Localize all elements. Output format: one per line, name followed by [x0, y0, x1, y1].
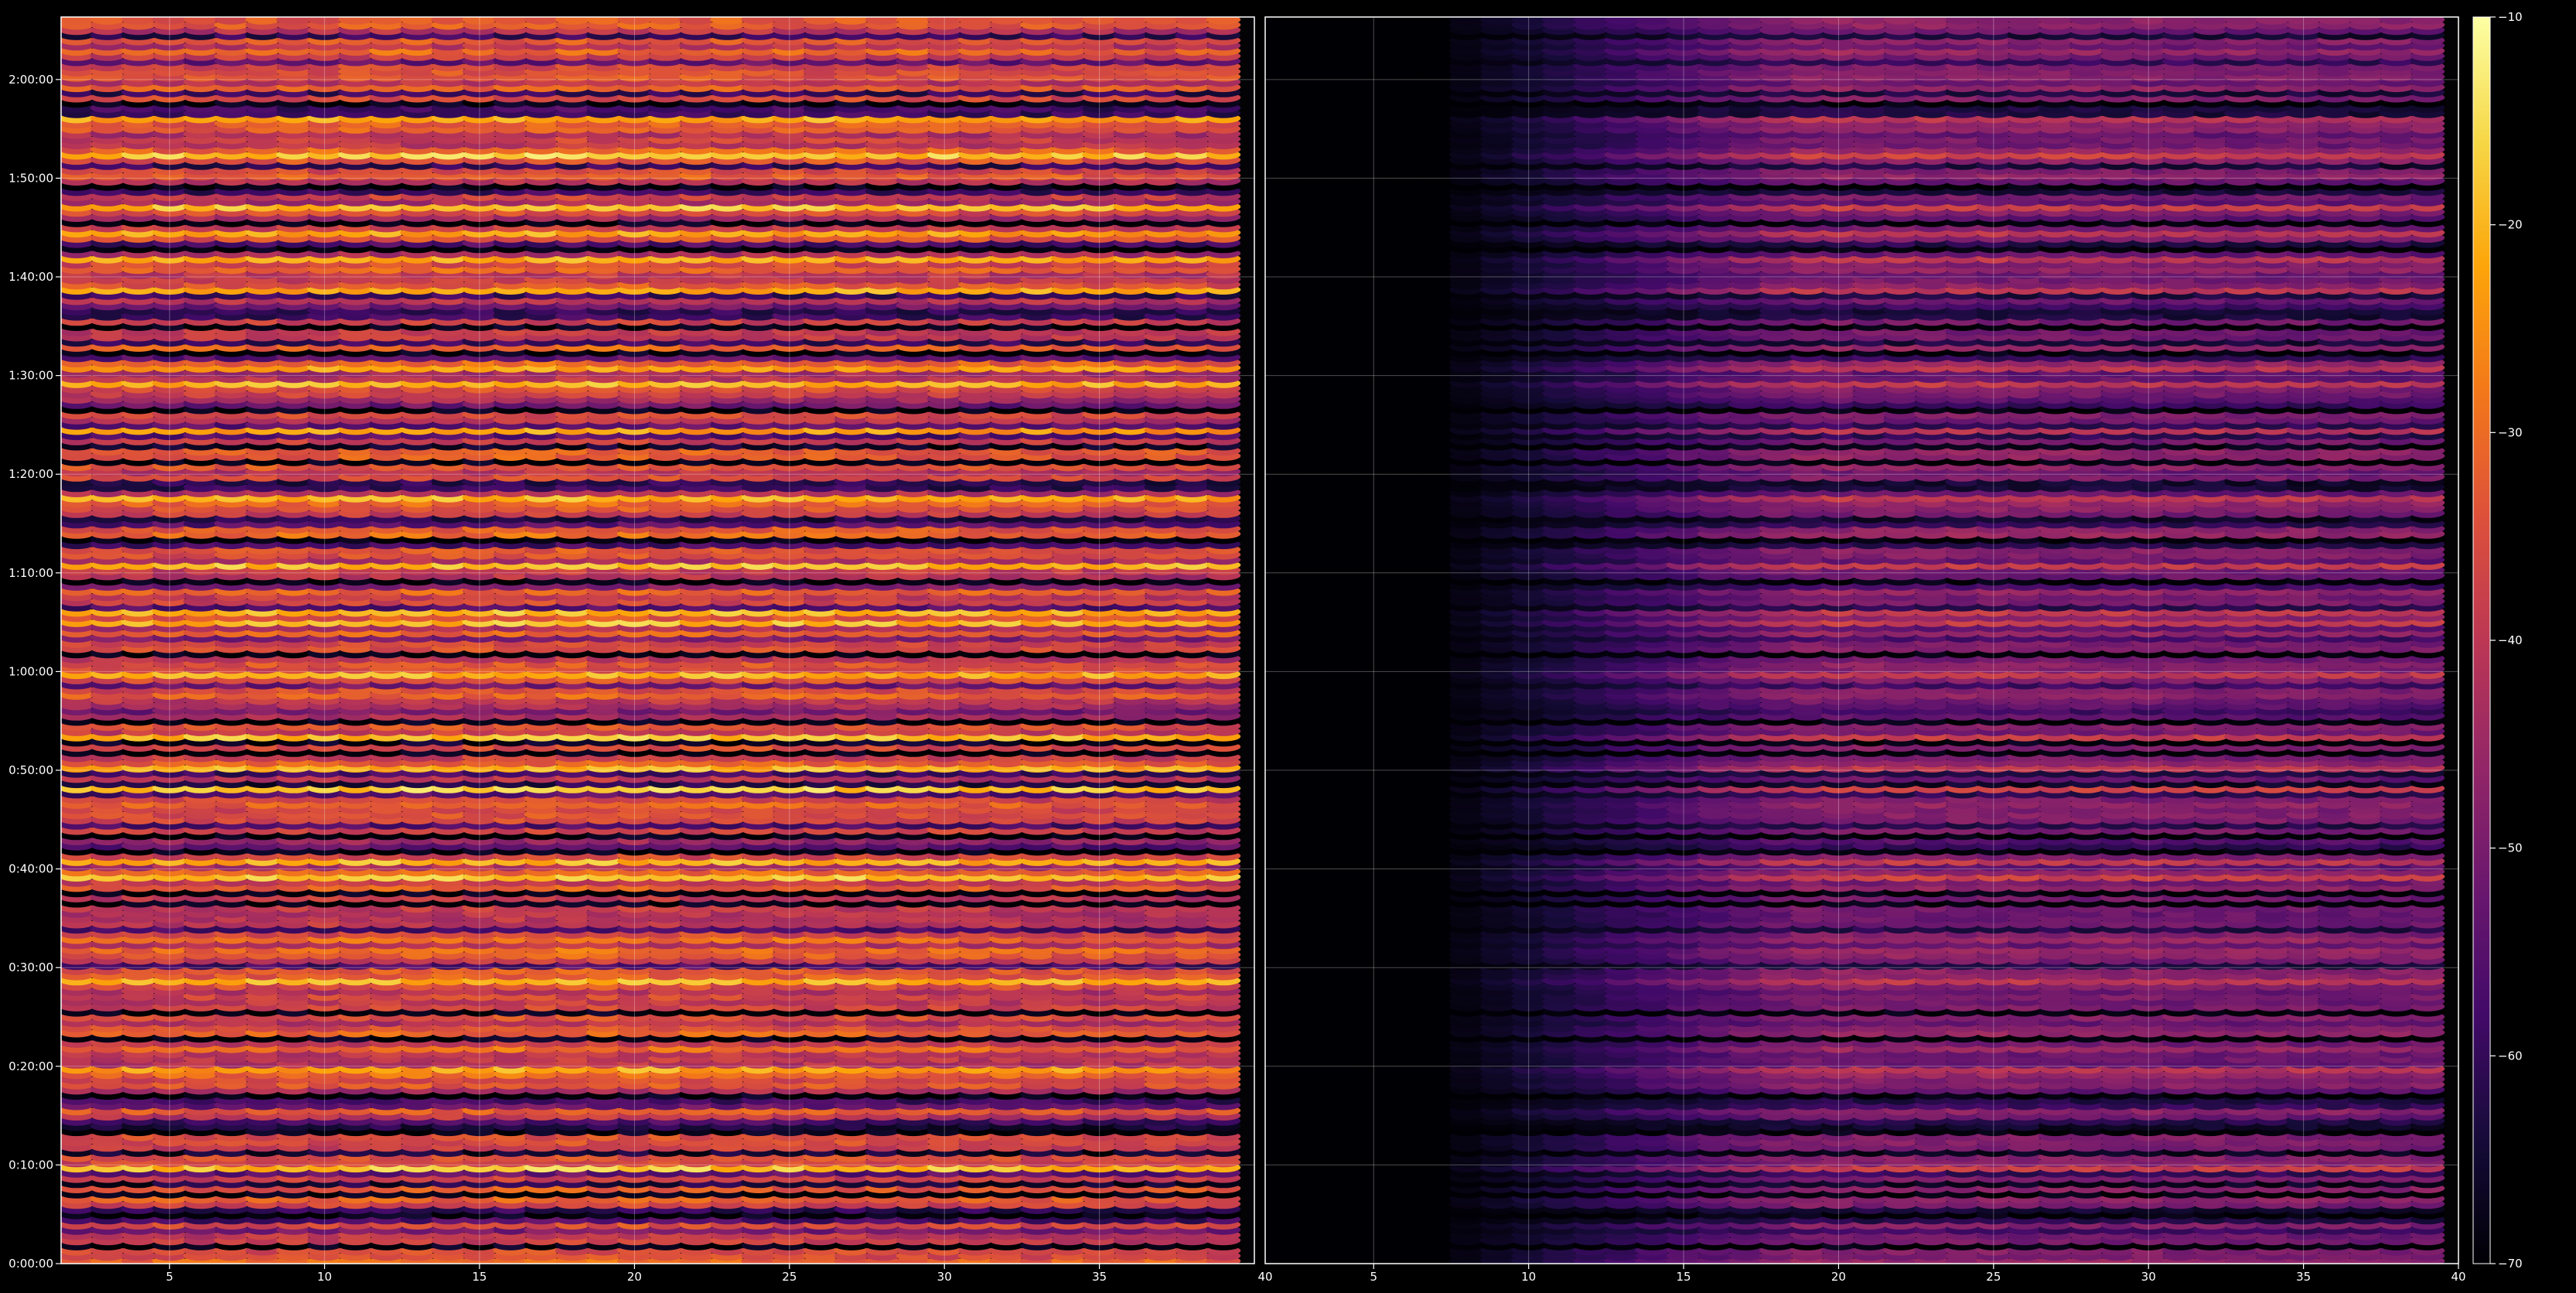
spectrogram-figure: 5 10 15 20 25 30 350:00:000:10:000:20:000:30:0…: [9, 10, 2522, 1284]
